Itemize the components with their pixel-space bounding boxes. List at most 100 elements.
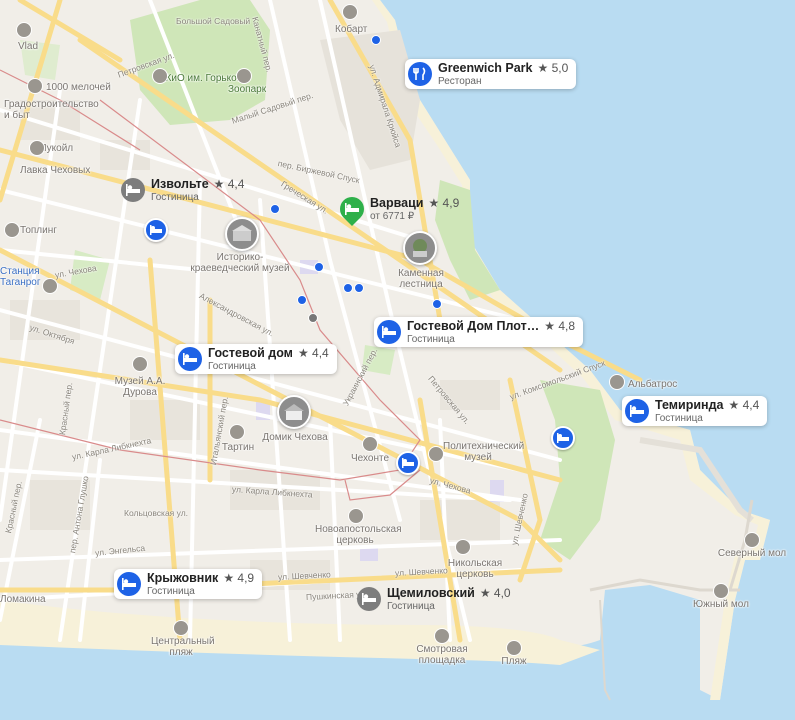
label-station[interactable]: Станция Таганрог (0, 266, 44, 288)
label-lavka: Лавка Чеховых (20, 165, 91, 176)
poi-name: Темиринда (655, 397, 724, 412)
museum-icon[interactable] (428, 446, 444, 462)
museum-icon[interactable] (132, 356, 148, 372)
label-zoo: Зоопарк (228, 84, 267, 95)
museum-photo-icon[interactable] (225, 217, 259, 251)
shop-icon[interactable] (16, 22, 32, 38)
hotel-icon (121, 178, 145, 202)
label-tartin: Тартин (221, 442, 255, 453)
label-1000: 1000 мелочей (46, 82, 111, 93)
label-church-novo: Новоапостольская церковь (315, 524, 402, 546)
poi-rating: ★ 4,9 (428, 195, 460, 210)
label-stairs: Каменная лестница (398, 268, 444, 290)
poi-gostevoy-dom-plot[interactable]: Гостевой Дом Плот… ★ 4,8 Гостиница (374, 317, 584, 347)
hotel-icon (178, 347, 202, 371)
lighthouse-icon[interactable] (713, 583, 729, 599)
poi-schemilovsky[interactable]: Щемиловский ★ 4,0 Гостиница (354, 584, 519, 614)
shop-icon[interactable] (27, 78, 43, 94)
street-label: Кольцовская ул. (124, 508, 189, 518)
poi-subtitle: Гостиница (147, 585, 195, 597)
label-vlad: Vlad (18, 41, 39, 52)
label-albatros: Альбатрос (628, 379, 678, 390)
label-chehonte: Чехонте (350, 453, 390, 464)
zoo-icon[interactable] (236, 68, 252, 84)
poi-rating: ★ 5,0 (537, 60, 569, 75)
label-north-pier: Северный мол (717, 548, 787, 559)
poi-name: Щемиловский (387, 585, 475, 600)
label-grad: Градостроительство и быт (4, 99, 99, 121)
place-dot[interactable] (354, 283, 364, 293)
poi-rating: ★ 4,8 (544, 318, 576, 333)
label-kobart: Кобарт (335, 24, 368, 35)
poi-subtitle: Гостиница (655, 412, 703, 424)
poi-subtitle: Гостиница (208, 360, 256, 372)
viewpoint-icon[interactable] (434, 628, 450, 644)
hotel-icon[interactable] (551, 426, 575, 450)
cafe-icon[interactable] (362, 436, 378, 452)
poi-rating: ★ 4,0 (479, 585, 511, 600)
poi-rating: ★ 4,9 (223, 570, 255, 585)
poi-name: Варваци (370, 195, 424, 210)
label-church-nik: Никольская церковь (447, 558, 503, 580)
hotel-icon (117, 572, 141, 596)
poi-izvolte[interactable]: Извольте ★ 4,4 Гостиница (118, 175, 252, 205)
place-dot[interactable] (432, 299, 442, 309)
hotel-icon (335, 192, 369, 226)
poi-subtitle: Гостиница (387, 600, 435, 612)
poi-name: Гостевой дом (208, 345, 293, 360)
label-durov: Музей А.А. Дурова (114, 376, 166, 398)
hotel-icon[interactable] (396, 451, 420, 475)
poi-name: Greenwich Park (438, 60, 533, 75)
hotel-icon (625, 399, 649, 423)
poi-temirinda[interactable]: Темиринда ★ 4,4 Гостиница (622, 396, 768, 426)
map-canvas[interactable]: Большой Садовый Канатный пер. Петровская… (0, 0, 795, 720)
place-dot[interactable] (343, 283, 353, 293)
hotel-icon[interactable] (144, 218, 168, 242)
church-icon[interactable] (348, 508, 364, 524)
poi-gostevoy-dom[interactable]: Гостевой дом ★ 4,4 Гостиница (175, 344, 337, 374)
label-park: ПКиО им. Горького (158, 73, 246, 84)
beach-icon[interactable] (173, 620, 189, 636)
poi-rating: ★ 4,4 (213, 176, 245, 191)
poi-subtitle: Гостиница (407, 333, 455, 345)
poi-rating: ★ 4,4 (728, 397, 760, 412)
label-observ: Смотровая площадка (416, 644, 468, 666)
poi-name: Крыжовник (147, 570, 219, 585)
shop-icon[interactable] (42, 278, 58, 294)
church-icon[interactable] (455, 539, 471, 555)
poi-name: Извольте (151, 176, 209, 191)
place-dot[interactable] (297, 295, 307, 305)
label-museum-history: Историко-краеведческий музей (190, 252, 290, 274)
label-topling: Топлинг (20, 225, 57, 236)
place-dot[interactable] (371, 35, 381, 45)
poi-subtitle: Ресторан (438, 75, 482, 87)
place-dot[interactable] (314, 262, 324, 272)
label-domik: Домик Чехова (262, 432, 328, 443)
label-central-beach: Центральный пляж (151, 636, 215, 658)
place-dot[interactable] (308, 313, 318, 323)
fuel-icon[interactable] (342, 4, 358, 20)
house-photo-icon[interactable] (277, 395, 311, 429)
poi-kryzhovnik[interactable]: Крыжовник ★ 4,9 Гостиница (114, 569, 263, 599)
poi-subtitle: от 6771 ₽ (370, 210, 415, 222)
stairs-photo-icon[interactable] (403, 231, 437, 265)
poi-name: Гостевой Дом Плот… (407, 318, 540, 333)
cafe-icon[interactable] (229, 424, 245, 440)
lighthouse-icon[interactable] (744, 532, 760, 548)
fuel-icon[interactable] (29, 140, 45, 156)
label-south-pier: Южный мол (693, 599, 749, 610)
street-label: Большой Садовый (176, 16, 251, 26)
park-icon[interactable] (152, 68, 168, 84)
poi-rating: ★ 4,4 (297, 345, 329, 360)
label-lomakina: Ломакина (0, 594, 46, 605)
poi-varvatsi[interactable]: Варваци ★ 4,9 от 6771 ₽ (335, 192, 467, 226)
hotel-icon (357, 587, 381, 611)
restaurant-icon[interactable] (609, 374, 625, 390)
restaurant-icon (408, 62, 432, 86)
poi-greenwich-park[interactable]: Greenwich Park ★ 5,0 Ресторан (405, 59, 577, 89)
label-politech: Политехнический музей (443, 441, 525, 463)
place-dot[interactable] (270, 204, 280, 214)
beach-icon[interactable] (506, 640, 522, 656)
poi-subtitle: Гостиница (151, 191, 199, 203)
fuel-icon[interactable] (4, 222, 20, 238)
